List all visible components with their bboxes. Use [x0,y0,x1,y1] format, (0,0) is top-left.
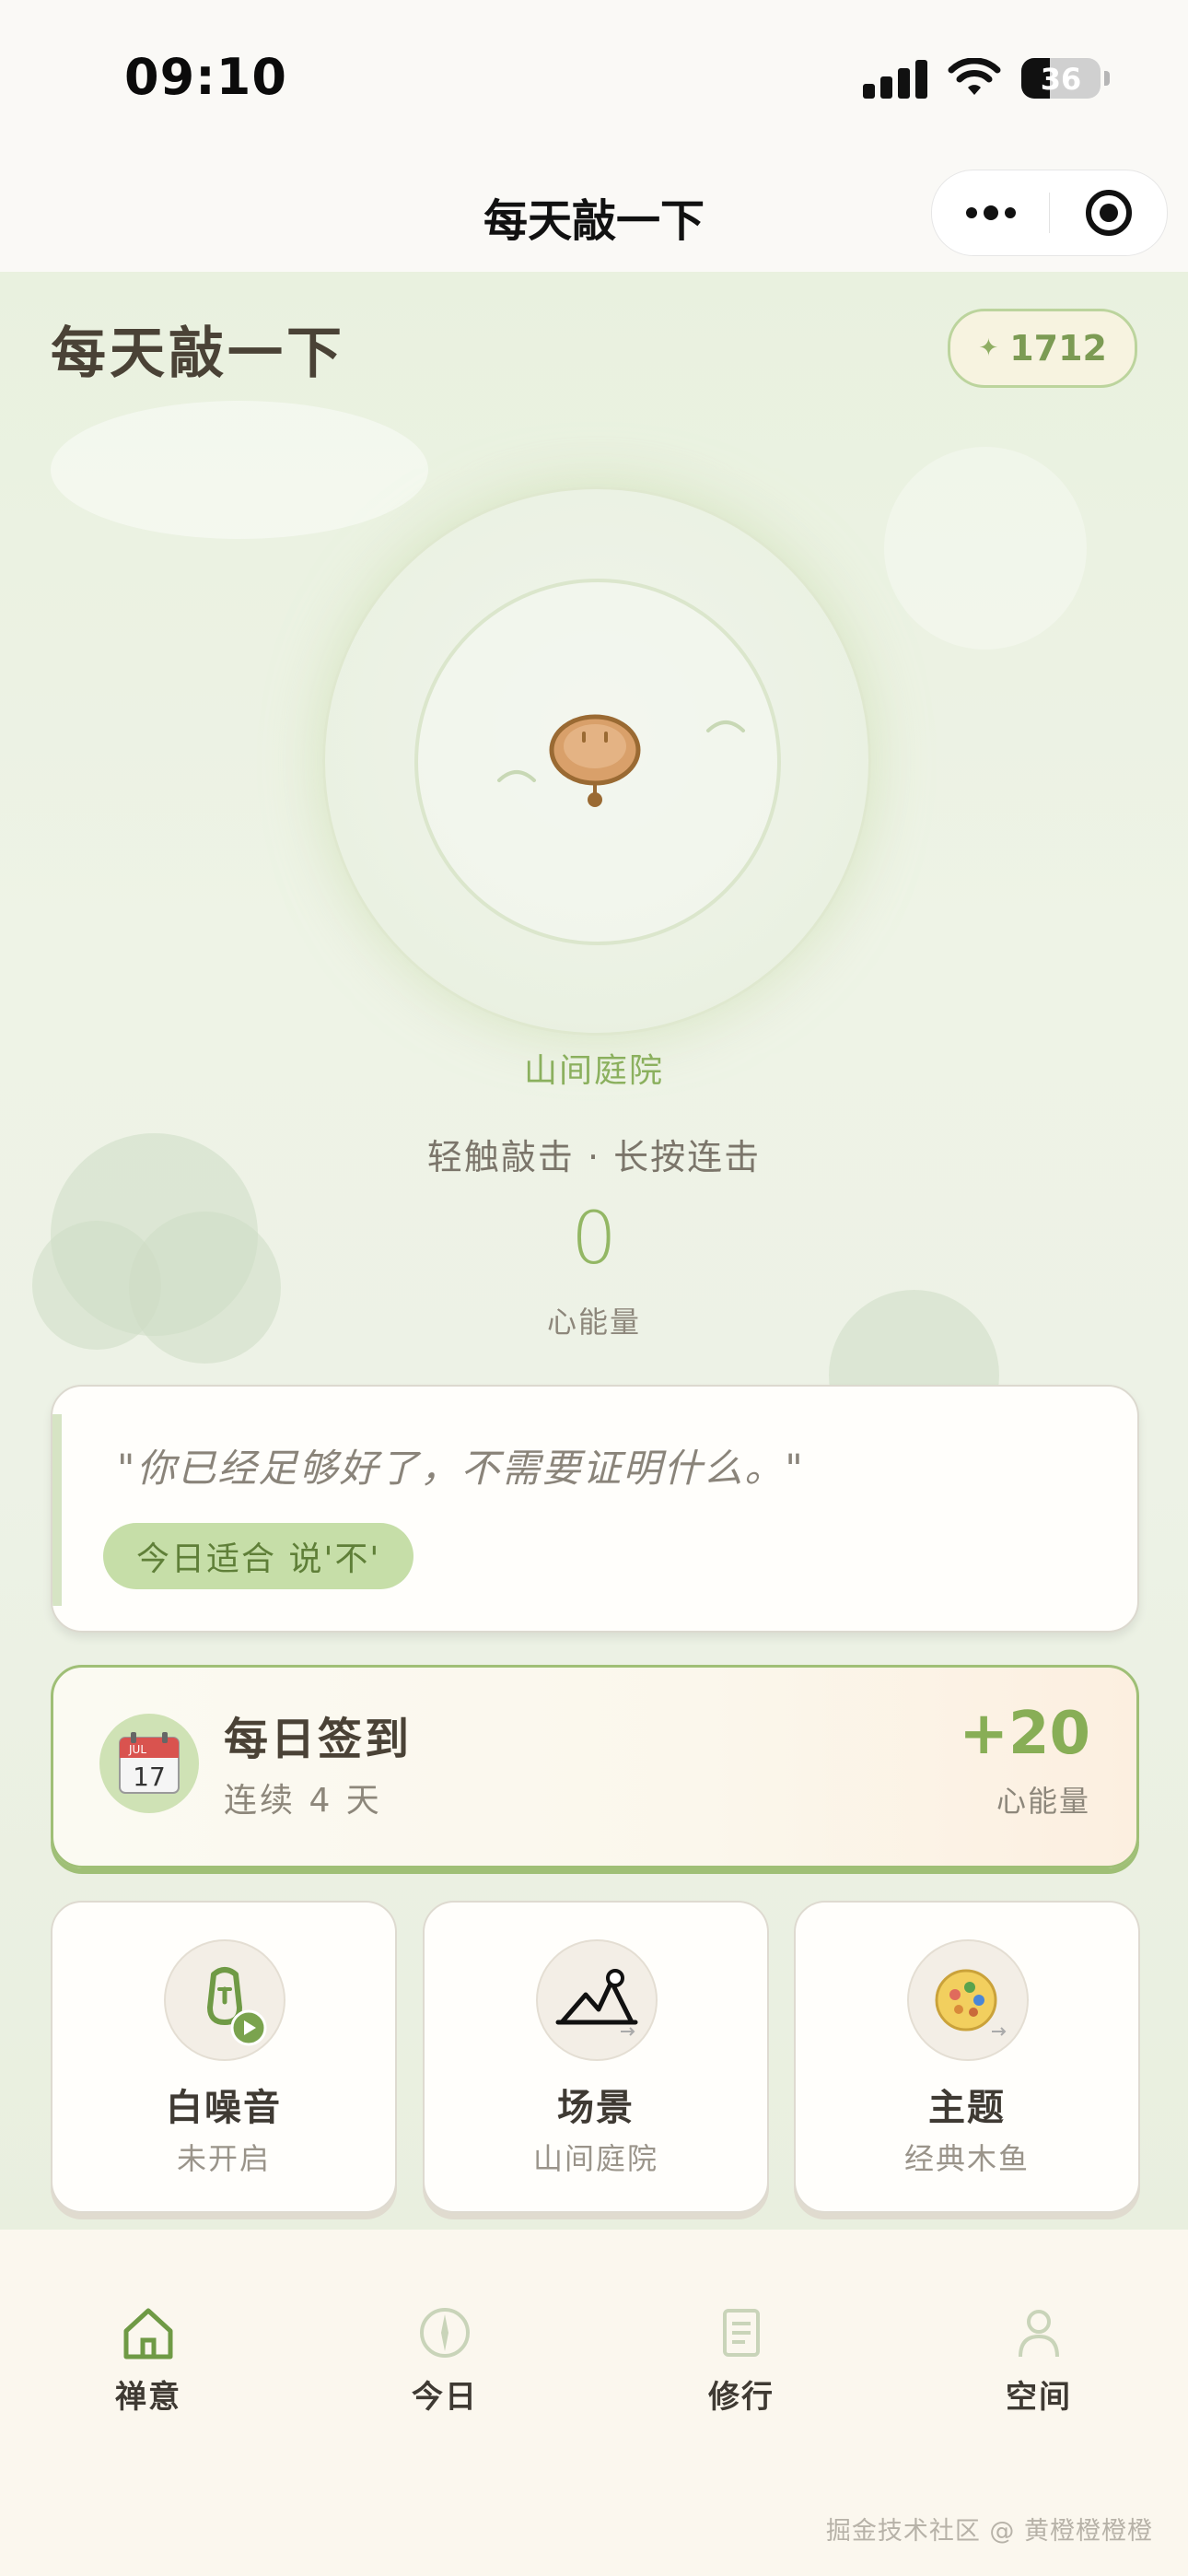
energy-total-badge[interactable]: ✦ 1712 [948,309,1137,388]
calendar-month: JUL [128,1743,146,1756]
close-button[interactable] [1050,170,1167,255]
palette-icon [935,1969,1007,2036]
checkin-reward: +20 [959,1700,1090,1768]
target-circle-icon [1085,190,1132,236]
smile-right-icon [706,720,745,732]
tap-count-label: 心能量 [546,1305,641,1340]
white-noise-icon [207,1967,267,2046]
tap-count: 0 [571,1198,617,1281]
wooden-fish-icon [549,714,641,807]
page: 09:10 36 每天敲一下 每天敲一下 ✦ 1712 山间庭院 轻触敲击 · … [0,0,1188,2576]
status-bar: 09:10 36 [0,0,1188,157]
tab-label: 今日 [412,2379,478,2416]
quote-text: "你已经足够好了，不需要证明什么。" [117,1446,805,1491]
tile-icon-circle [164,1939,285,2061]
tile-icon-circle [536,1939,658,2061]
compass-icon [420,2308,470,2358]
tab-space[interactable]: 空间 [947,2303,1131,2432]
person-icon [1019,2310,1059,2358]
cellular-signal-icon [863,58,927,99]
more-button[interactable] [932,170,1049,255]
checkin-title: 每日签到 [224,1714,413,1765]
page-title: 每天敲一下 [51,322,345,386]
background-sun [884,447,1087,650]
tab-bar: 禅意 今日 修行 空间 掘金技术社区 @ 黄橙橙橙橙 [0,2230,1188,2576]
scene-tile[interactable]: 场景 山间庭院 [423,1901,769,2213]
tile-subtitle: 山间庭院 [532,2141,658,2176]
tile-title: 白噪音 [166,2087,282,2129]
battery-level: 36 [1040,62,1082,97]
tab-practice[interactable]: 修行 [649,2303,833,2432]
sparkle-icon: ✦ [978,334,999,362]
tile-subtitle: 经典木鱼 [903,2141,1030,2176]
daily-checkin-card[interactable]: JUL 17 每日签到 连续 4 天 +20 心能量 [51,1665,1139,1868]
document-icon [723,2309,760,2357]
tap-area[interactable] [322,486,871,1036]
daily-quote-card[interactable]: "你已经足够好了，不需要证明什么。" 今日适合 说'不' [51,1385,1139,1633]
smile-left-icon [497,770,536,782]
battery-icon: 36 [1021,58,1101,99]
calendar-icon: JUL 17 [119,1732,180,1794]
tab-label: 修行 [708,2379,775,2416]
mountain-icon [555,1969,638,2036]
checkin-streak: 连续 4 天 [224,1782,382,1820]
calendar-day: 17 [133,1762,166,1792]
home-icon [123,2308,173,2359]
scene-name: 山间庭院 [523,1052,664,1090]
tap-hint: 轻触敲击 · 长按连击 [426,1137,762,1177]
tile-title: 主题 [928,2087,1006,2129]
nav-bar: 每天敲一下 [0,157,1188,272]
quote-tag: 今日适合 说'不' [103,1523,414,1589]
tab-today[interactable]: 今日 [353,2303,537,2432]
status-icons: 36 [863,55,1110,101]
tab-label: 禅意 [115,2379,181,2416]
checkin-reward-unit: 心能量 [996,1784,1090,1819]
more-dots-icon [965,205,1016,220]
calendar-icon-circle: JUL 17 [99,1714,199,1813]
tile-title: 场景 [557,2087,635,2129]
status-time: 09:10 [124,48,287,106]
tile-icon-circle [907,1939,1029,2061]
wifi-icon [948,58,1001,95]
mini-program-capsule [931,170,1168,256]
tile-subtitle: 未开启 [176,2141,271,2176]
battery-tip [1104,71,1110,86]
white-noise-tile[interactable]: 白噪音 未开启 [51,1901,397,2213]
energy-total-value: 1712 [1009,328,1107,369]
quote-accent-bar [52,1414,62,1606]
background-cloud [51,401,428,539]
tab-label: 空间 [1006,2379,1072,2416]
theme-tile[interactable]: 主题 经典木鱼 [794,1901,1140,2213]
tab-zen[interactable]: 禅意 [56,2303,240,2432]
watermark: 掘金技术社区 @ 黄橙橙橙橙 [825,2517,1153,2546]
